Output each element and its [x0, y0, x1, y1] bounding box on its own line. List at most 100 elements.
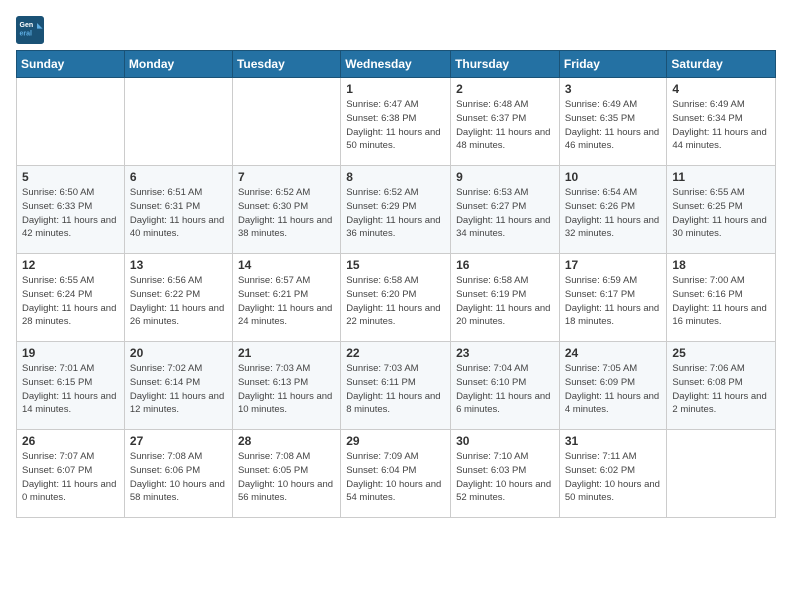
day-info: Sunrise: 7:00 AMSunset: 6:16 PMDaylight:…: [672, 274, 770, 329]
day-info: Sunrise: 7:08 AMSunset: 6:06 PMDaylight:…: [130, 450, 227, 505]
calendar-day-cell: 19 Sunrise: 7:01 AMSunset: 6:15 PMDaylig…: [17, 342, 125, 430]
day-number: 3: [565, 82, 662, 96]
day-info: Sunrise: 6:55 AMSunset: 6:25 PMDaylight:…: [672, 186, 770, 241]
calendar-day-cell: 11 Sunrise: 6:55 AMSunset: 6:25 PMDaylig…: [667, 166, 776, 254]
calendar-day-header: Thursday: [451, 51, 560, 78]
page-header: Gen eral: [16, 16, 776, 44]
day-number: 30: [456, 434, 554, 448]
calendar-day-cell: 8 Sunrise: 6:52 AMSunset: 6:29 PMDayligh…: [341, 166, 451, 254]
day-number: 29: [346, 434, 445, 448]
calendar-day-cell: 29 Sunrise: 7:09 AMSunset: 6:04 PMDaylig…: [341, 430, 451, 518]
calendar-day-cell: 16 Sunrise: 6:58 AMSunset: 6:19 PMDaylig…: [451, 254, 560, 342]
day-number: 1: [346, 82, 445, 96]
calendar-table: SundayMondayTuesdayWednesdayThursdayFrid…: [16, 50, 776, 518]
calendar-day-cell: 14 Sunrise: 6:57 AMSunset: 6:21 PMDaylig…: [232, 254, 340, 342]
calendar-day-header: Friday: [559, 51, 667, 78]
day-number: 16: [456, 258, 554, 272]
day-number: 18: [672, 258, 770, 272]
day-number: 11: [672, 170, 770, 184]
day-number: 21: [238, 346, 335, 360]
day-info: Sunrise: 7:06 AMSunset: 6:08 PMDaylight:…: [672, 362, 770, 417]
calendar-day-cell: 17 Sunrise: 6:59 AMSunset: 6:17 PMDaylig…: [559, 254, 667, 342]
calendar-day-cell: 1 Sunrise: 6:47 AMSunset: 6:38 PMDayligh…: [341, 78, 451, 166]
day-number: 15: [346, 258, 445, 272]
calendar-day-cell: 21 Sunrise: 7:03 AMSunset: 6:13 PMDaylig…: [232, 342, 340, 430]
day-number: 5: [22, 170, 119, 184]
calendar-day-cell: 28 Sunrise: 7:08 AMSunset: 6:05 PMDaylig…: [232, 430, 340, 518]
calendar-day-cell: 2 Sunrise: 6:48 AMSunset: 6:37 PMDayligh…: [451, 78, 560, 166]
calendar-day-cell: 18 Sunrise: 7:00 AMSunset: 6:16 PMDaylig…: [667, 254, 776, 342]
calendar-day-cell: [17, 78, 125, 166]
calendar-day-cell: 12 Sunrise: 6:55 AMSunset: 6:24 PMDaylig…: [17, 254, 125, 342]
calendar-day-cell: 22 Sunrise: 7:03 AMSunset: 6:11 PMDaylig…: [341, 342, 451, 430]
day-info: Sunrise: 6:55 AMSunset: 6:24 PMDaylight:…: [22, 274, 119, 329]
calendar-day-header: Wednesday: [341, 51, 451, 78]
day-info: Sunrise: 7:03 AMSunset: 6:13 PMDaylight:…: [238, 362, 335, 417]
day-info: Sunrise: 6:47 AMSunset: 6:38 PMDaylight:…: [346, 98, 445, 153]
calendar-day-cell: [667, 430, 776, 518]
day-number: 14: [238, 258, 335, 272]
calendar-day-cell: [124, 78, 232, 166]
day-number: 22: [346, 346, 445, 360]
calendar-day-cell: 7 Sunrise: 6:52 AMSunset: 6:30 PMDayligh…: [232, 166, 340, 254]
calendar-day-cell: 23 Sunrise: 7:04 AMSunset: 6:10 PMDaylig…: [451, 342, 560, 430]
day-number: 6: [130, 170, 227, 184]
svg-text:Gen: Gen: [20, 22, 34, 29]
day-number: 2: [456, 82, 554, 96]
day-info: Sunrise: 7:02 AMSunset: 6:14 PMDaylight:…: [130, 362, 227, 417]
calendar-week-row: 5 Sunrise: 6:50 AMSunset: 6:33 PMDayligh…: [17, 166, 776, 254]
calendar-week-row: 12 Sunrise: 6:55 AMSunset: 6:24 PMDaylig…: [17, 254, 776, 342]
day-info: Sunrise: 6:52 AMSunset: 6:29 PMDaylight:…: [346, 186, 445, 241]
calendar-day-cell: 5 Sunrise: 6:50 AMSunset: 6:33 PMDayligh…: [17, 166, 125, 254]
calendar-day-cell: 30 Sunrise: 7:10 AMSunset: 6:03 PMDaylig…: [451, 430, 560, 518]
calendar-day-cell: 6 Sunrise: 6:51 AMSunset: 6:31 PMDayligh…: [124, 166, 232, 254]
logo: Gen eral: [16, 16, 48, 44]
day-number: 8: [346, 170, 445, 184]
day-number: 23: [456, 346, 554, 360]
day-info: Sunrise: 6:58 AMSunset: 6:19 PMDaylight:…: [456, 274, 554, 329]
calendar-day-cell: 4 Sunrise: 6:49 AMSunset: 6:34 PMDayligh…: [667, 78, 776, 166]
day-info: Sunrise: 7:08 AMSunset: 6:05 PMDaylight:…: [238, 450, 335, 505]
day-number: 10: [565, 170, 662, 184]
day-number: 4: [672, 82, 770, 96]
svg-text:eral: eral: [20, 31, 33, 38]
calendar-day-cell: 25 Sunrise: 7:06 AMSunset: 6:08 PMDaylig…: [667, 342, 776, 430]
calendar-week-row: 1 Sunrise: 6:47 AMSunset: 6:38 PMDayligh…: [17, 78, 776, 166]
calendar-day-cell: 31 Sunrise: 7:11 AMSunset: 6:02 PMDaylig…: [559, 430, 667, 518]
calendar-day-header: Saturday: [667, 51, 776, 78]
calendar-day-cell: [232, 78, 340, 166]
calendar-day-cell: 26 Sunrise: 7:07 AMSunset: 6:07 PMDaylig…: [17, 430, 125, 518]
calendar-day-cell: 13 Sunrise: 6:56 AMSunset: 6:22 PMDaylig…: [124, 254, 232, 342]
logo-icon: Gen eral: [16, 16, 44, 44]
day-number: 9: [456, 170, 554, 184]
calendar-day-cell: 15 Sunrise: 6:58 AMSunset: 6:20 PMDaylig…: [341, 254, 451, 342]
calendar-day-cell: 20 Sunrise: 7:02 AMSunset: 6:14 PMDaylig…: [124, 342, 232, 430]
day-number: 20: [130, 346, 227, 360]
day-number: 7: [238, 170, 335, 184]
day-info: Sunrise: 7:07 AMSunset: 6:07 PMDaylight:…: [22, 450, 119, 505]
day-info: Sunrise: 6:56 AMSunset: 6:22 PMDaylight:…: [130, 274, 227, 329]
calendar-day-cell: 24 Sunrise: 7:05 AMSunset: 6:09 PMDaylig…: [559, 342, 667, 430]
day-info: Sunrise: 6:51 AMSunset: 6:31 PMDaylight:…: [130, 186, 227, 241]
day-info: Sunrise: 7:05 AMSunset: 6:09 PMDaylight:…: [565, 362, 662, 417]
calendar-day-header: Sunday: [17, 51, 125, 78]
calendar-header-row: SundayMondayTuesdayWednesdayThursdayFrid…: [17, 51, 776, 78]
day-number: 28: [238, 434, 335, 448]
day-info: Sunrise: 6:50 AMSunset: 6:33 PMDaylight:…: [22, 186, 119, 241]
day-info: Sunrise: 6:52 AMSunset: 6:30 PMDaylight:…: [238, 186, 335, 241]
day-info: Sunrise: 7:04 AMSunset: 6:10 PMDaylight:…: [456, 362, 554, 417]
calendar-day-cell: 27 Sunrise: 7:08 AMSunset: 6:06 PMDaylig…: [124, 430, 232, 518]
calendar-day-cell: 9 Sunrise: 6:53 AMSunset: 6:27 PMDayligh…: [451, 166, 560, 254]
calendar-day-header: Monday: [124, 51, 232, 78]
day-number: 25: [672, 346, 770, 360]
day-info: Sunrise: 6:48 AMSunset: 6:37 PMDaylight:…: [456, 98, 554, 153]
calendar-day-header: Tuesday: [232, 51, 340, 78]
day-info: Sunrise: 7:03 AMSunset: 6:11 PMDaylight:…: [346, 362, 445, 417]
day-number: 27: [130, 434, 227, 448]
day-info: Sunrise: 6:53 AMSunset: 6:27 PMDaylight:…: [456, 186, 554, 241]
day-info: Sunrise: 6:49 AMSunset: 6:35 PMDaylight:…: [565, 98, 662, 153]
day-info: Sunrise: 7:09 AMSunset: 6:04 PMDaylight:…: [346, 450, 445, 505]
calendar-day-cell: 10 Sunrise: 6:54 AMSunset: 6:26 PMDaylig…: [559, 166, 667, 254]
day-info: Sunrise: 7:01 AMSunset: 6:15 PMDaylight:…: [22, 362, 119, 417]
day-info: Sunrise: 7:11 AMSunset: 6:02 PMDaylight:…: [565, 450, 662, 505]
